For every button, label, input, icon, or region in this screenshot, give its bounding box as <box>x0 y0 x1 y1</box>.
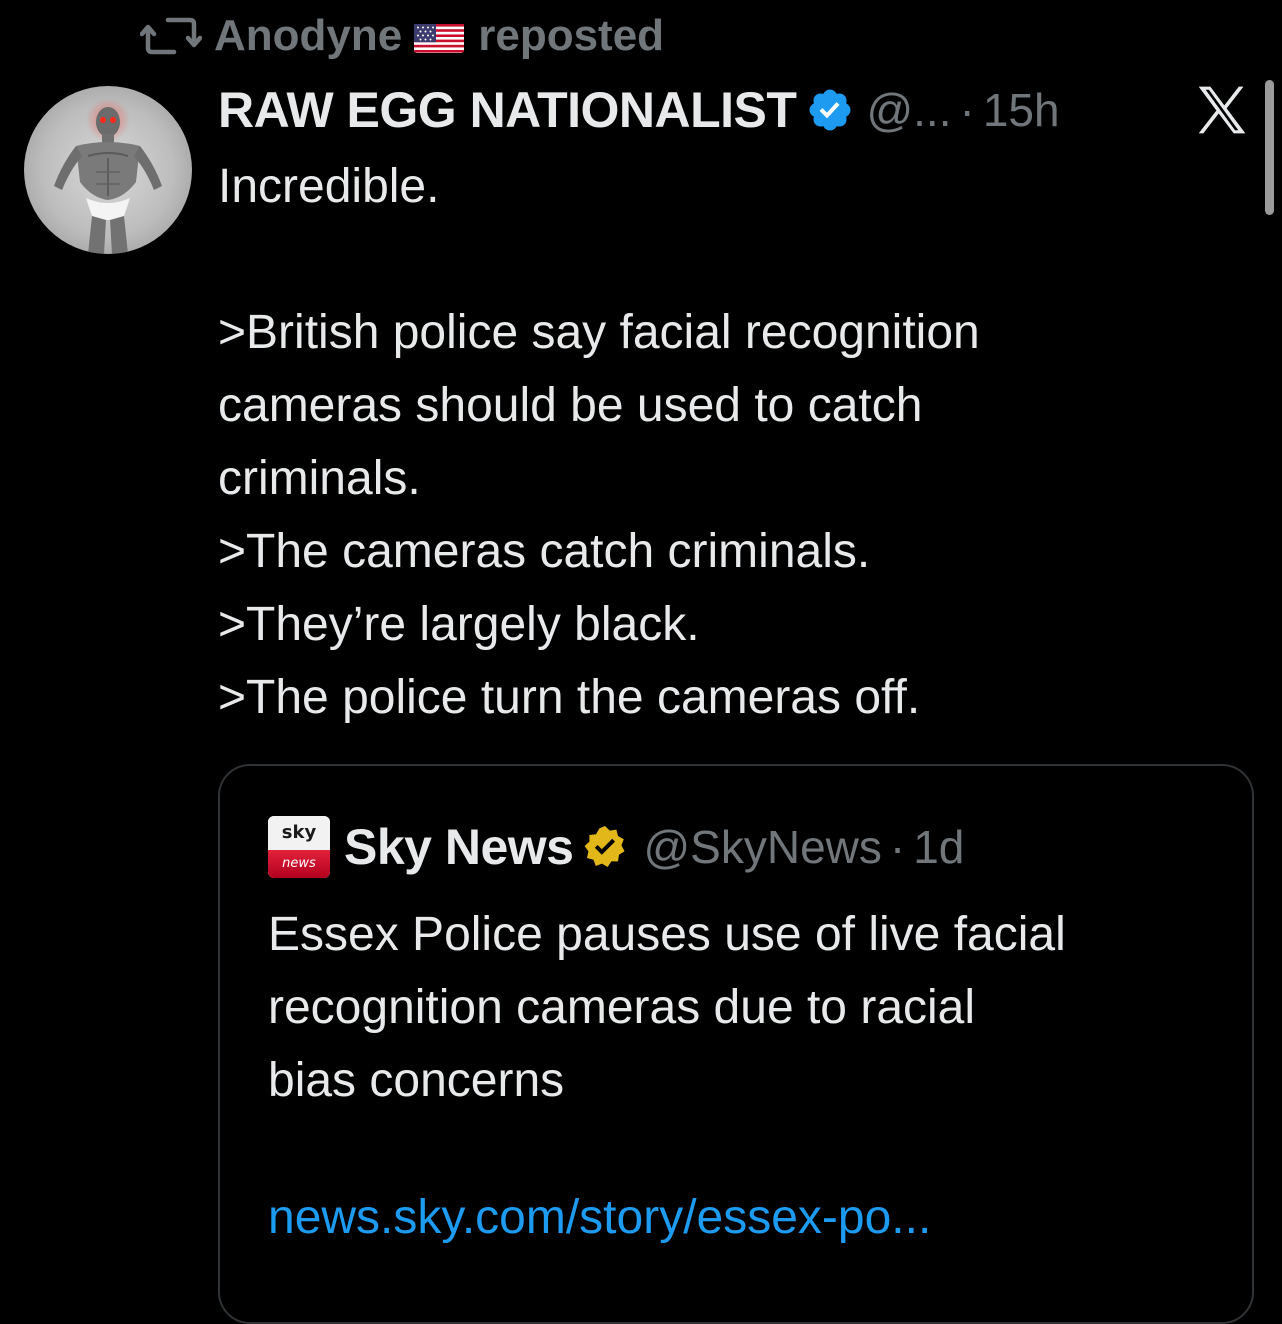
separator-dot: · <box>889 821 906 873</box>
quoted-author-display-name[interactable]: Sky News <box>344 818 574 876</box>
tweet-text-line: criminals. <box>218 452 421 505</box>
tweet-text-line: >The cameras catch criminals. <box>218 525 871 578</box>
author-display-name[interactable]: RAW EGG NATIONALIST <box>218 81 797 139</box>
tweet-timestamp[interactable]: 15h <box>983 83 1060 137</box>
tweet-header: RAW EGG NATIONALIST @... · 15h <box>218 76 1060 144</box>
article-link[interactable]: news.sky.com/story/essex-po... <box>268 1190 931 1245</box>
avatar[interactable] <box>24 86 192 254</box>
quoted-tweet-text: Essex Police pauses use of live facial r… <box>268 898 1228 1117</box>
sky-logo-top: sky <box>268 816 330 850</box>
separator-dot: · <box>959 84 975 136</box>
quoted-tweet-header: sky news Sky News @SkyNews · 1d <box>268 812 964 882</box>
tweet-text-line: cameras should be used to catch <box>218 379 923 432</box>
quoted-tweet-timestamp[interactable]: 1d <box>913 820 964 874</box>
gold-verified-badge-icon[interactable] <box>581 823 629 871</box>
tweet-text-line: Incredible. <box>218 160 440 213</box>
quoted-author-handle[interactable]: @SkyNews <box>643 820 881 874</box>
reposter-name[interactable]: Anodyne <box>214 11 402 61</box>
quoted-text-line: Essex Police pauses use of live facial <box>268 908 1066 961</box>
us-flag-icon <box>414 19 465 53</box>
tweet-text-line: >The police turn the cameras off. <box>218 671 921 724</box>
tweet-text-line: >British police say facial recognition <box>218 306 980 359</box>
x-logo-icon <box>1198 86 1246 134</box>
tweet-text-line: >They’re largely black. <box>218 598 700 651</box>
repost-label: reposted <box>478 11 665 60</box>
author-handle[interactable]: @... <box>866 83 951 137</box>
sky-logo-bottom: news <box>268 850 330 878</box>
scrollbar[interactable] <box>1265 80 1274 215</box>
quoted-tweet-card[interactable]: sky news Sky News @SkyNews · 1d Essex Po… <box>218 764 1254 1324</box>
tweet-text: Incredible. >British police say facial r… <box>218 150 1248 734</box>
sky-news-avatar[interactable]: sky news <box>268 816 330 878</box>
repost-icon <box>140 17 202 55</box>
verified-badge-icon[interactable] <box>806 86 854 134</box>
repost-context: Anodyne reposted <box>140 6 664 66</box>
quoted-text-line: recognition cameras due to racial <box>268 981 976 1034</box>
quoted-text-line: bias concerns <box>268 1054 565 1107</box>
tweet-text-line <box>218 223 1248 296</box>
